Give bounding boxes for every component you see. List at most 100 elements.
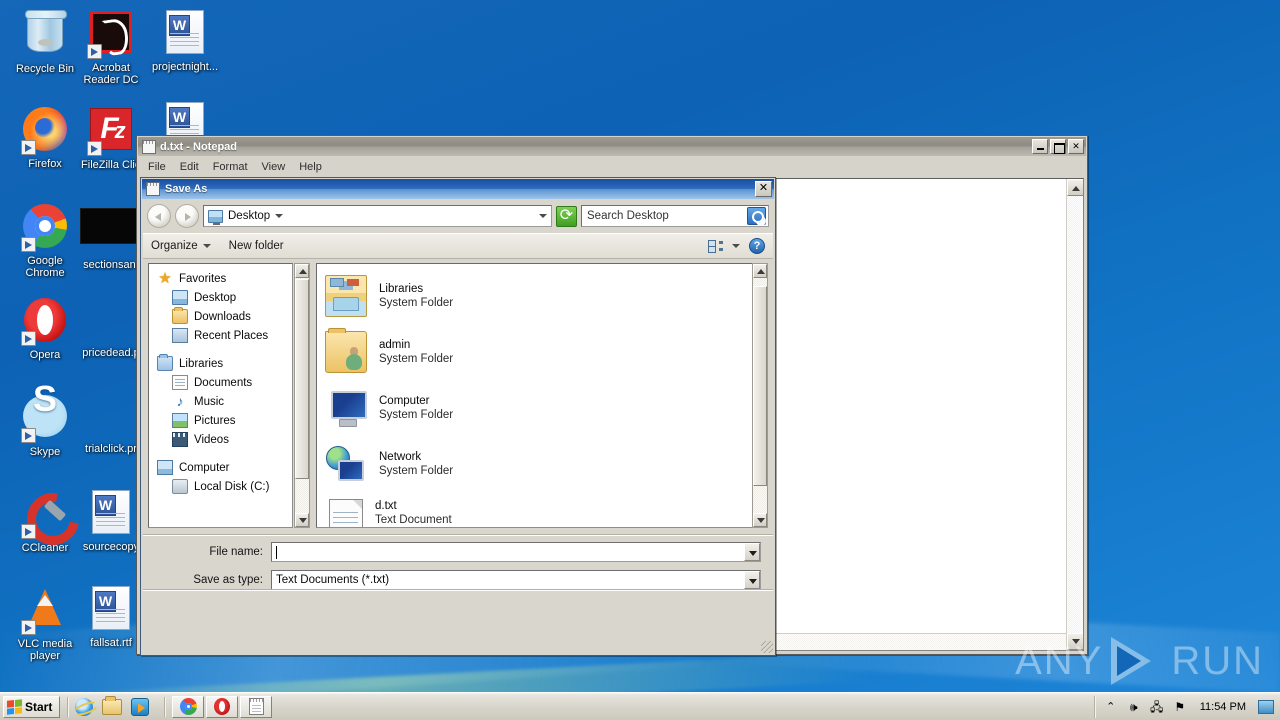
network-icon: [325, 443, 367, 485]
desktop-icon-firefox[interactable]: Firefox: [8, 105, 82, 170]
list-item[interactable]: Libraries System Folder: [325, 268, 767, 324]
file-name-input[interactable]: [271, 542, 761, 562]
scrollbar-thumb[interactable]: [295, 279, 309, 479]
minimize-button[interactable]: [1032, 139, 1048, 154]
menu-item-edit[interactable]: Edit: [174, 160, 205, 174]
speaker-icon[interactable]: 🕪: [1126, 699, 1142, 715]
scroll-up-arrow-icon[interactable]: [1067, 179, 1083, 196]
desktop-icon-recycle-bin[interactable]: Recycle Bin: [8, 8, 82, 75]
desktop-icon-acrobat-reader[interactable]: Acrobat Reader DC: [74, 8, 148, 86]
list-item[interactable]: d.txt Text Document 0 bytes: [325, 492, 767, 527]
notepad-vertical-scrollbar[interactable]: [1066, 179, 1083, 650]
file-name-dropdown-icon[interactable]: [744, 543, 760, 561]
maximize-button[interactable]: [1050, 139, 1066, 154]
taskbar-task-opera[interactable]: [206, 695, 239, 718]
close-button[interactable]: ✕: [1068, 139, 1084, 154]
list-item[interactable]: Network System Folder: [325, 436, 767, 492]
nav-item-recent-places[interactable]: Recent Places: [155, 326, 292, 345]
notepad-icon: [146, 182, 160, 196]
list-item[interactable]: admin System Folder: [325, 324, 767, 380]
new-folder-label: New folder: [228, 240, 284, 252]
network-warning-icon[interactable]: 🖧: [1149, 699, 1165, 715]
file-name: Network: [379, 451, 422, 463]
nav-item-music[interactable]: ♪ Music: [155, 392, 292, 411]
menu-item-help[interactable]: Help: [293, 160, 328, 174]
recent-places-icon: [172, 328, 188, 343]
windows-media-player-icon: [131, 697, 150, 716]
chevron-down-icon[interactable]: [275, 214, 284, 218]
nav-item-label: Desktop: [194, 291, 237, 304]
chevron-down-icon[interactable]: [732, 244, 740, 248]
search-placeholder: Search Desktop: [587, 210, 669, 222]
internet-explorer-icon: [75, 697, 94, 716]
menu-item-file[interactable]: File: [142, 160, 172, 174]
desktop-icon-projectnight[interactable]: projectnight...: [148, 8, 222, 73]
scroll-down-arrow-icon[interactable]: [753, 513, 767, 527]
flag-icon[interactable]: ⚑: [1172, 699, 1188, 715]
save-as-type-select[interactable]: Text Documents (*.txt): [271, 570, 761, 590]
file-list-scrollbar[interactable]: [752, 263, 768, 528]
windows-logo-icon: [7, 698, 22, 715]
nav-item-local-disk[interactable]: Local Disk (C:): [155, 477, 292, 496]
search-icon[interactable]: [747, 207, 766, 225]
help-icon[interactable]: ?: [749, 238, 765, 254]
start-label: Start: [25, 699, 53, 714]
resize-grip[interactable]: [761, 641, 773, 653]
start-button[interactable]: Start: [3, 695, 61, 718]
system-tray: ⌃ 🕪 🖧 ⚑ 11:54 PM: [1093, 695, 1280, 718]
view-layout-icon[interactable]: [708, 239, 723, 253]
organize-button[interactable]: Organize: [151, 240, 211, 252]
taskbar-task-chrome[interactable]: [172, 695, 205, 718]
quick-launch-internet-explorer[interactable]: [73, 696, 95, 718]
quick-launch-media-player[interactable]: [129, 696, 151, 718]
navigation-bar: Desktop Search Desktop: [143, 201, 773, 231]
notepad-title-bar[interactable]: d.txt - Notepad ✕: [138, 137, 1086, 156]
clock[interactable]: 11:54 PM: [1195, 701, 1251, 713]
nav-item-favorites[interactable]: ★ Favorites: [155, 269, 292, 288]
refresh-icon[interactable]: [556, 205, 577, 227]
address-dropdown-icon[interactable]: [539, 214, 547, 218]
file-type: System Folder: [379, 353, 454, 365]
save-as-type-value: Text Documents (*.txt): [276, 574, 390, 586]
menu-item-format[interactable]: Format: [207, 160, 254, 174]
list-item[interactable]: Computer System Folder: [325, 380, 767, 436]
search-input[interactable]: Search Desktop: [581, 205, 769, 227]
address-bar[interactable]: Desktop: [203, 205, 552, 227]
scroll-up-arrow-icon[interactable]: [295, 264, 309, 278]
shortcut-arrow-icon: [21, 237, 36, 252]
recycle-bin-icon: [21, 10, 69, 60]
black-image-icon: [80, 208, 142, 256]
navigation-pane-scrollbar[interactable]: [294, 263, 310, 528]
nav-item-videos[interactable]: Videos: [155, 430, 292, 449]
scrollbar-thumb[interactable]: [753, 286, 767, 486]
file-list-pane[interactable]: Libraries System Folder admin System Fol…: [316, 263, 768, 528]
save-as-title-bar[interactable]: Save As ✕: [142, 179, 774, 199]
new-folder-button[interactable]: New folder: [229, 240, 284, 252]
save-as-dialog[interactable]: Save As ✕ Desktop Search Desktop Organiz…: [140, 177, 776, 720]
nav-item-label: Videos: [194, 433, 229, 446]
nav-item-pictures[interactable]: Pictures: [155, 411, 292, 430]
nav-item-libraries[interactable]: Libraries: [155, 354, 292, 373]
show-desktop-button[interactable]: [1258, 699, 1274, 714]
shortcut-arrow-icon: [21, 140, 36, 155]
save-as-type-row: Save as type: Text Documents (*.txt): [143, 570, 773, 590]
back-arrow-icon[interactable]: [147, 204, 171, 228]
scroll-up-arrow-icon[interactable]: [753, 264, 767, 278]
nav-item-downloads[interactable]: Downloads: [155, 307, 292, 326]
quick-launch-windows-explorer[interactable]: [101, 695, 123, 718]
navigation-pane[interactable]: ★ Favorites Desktop Downloads Recent Pla…: [148, 263, 293, 528]
scroll-down-arrow-icon[interactable]: [1067, 633, 1083, 650]
chevron-up-icon[interactable]: ⌃: [1103, 699, 1119, 715]
file-name: Libraries: [379, 283, 424, 295]
save-as-type-dropdown-icon[interactable]: [744, 571, 760, 589]
nav-item-documents[interactable]: Documents: [155, 373, 292, 392]
nav-item-label: Computer: [179, 461, 230, 474]
menu-item-view[interactable]: View: [256, 160, 292, 174]
close-icon[interactable]: ✕: [755, 181, 772, 197]
scroll-down-arrow-icon[interactable]: [295, 513, 309, 527]
nav-item-desktop[interactable]: Desktop: [155, 288, 292, 307]
nav-item-computer[interactable]: Computer: [155, 458, 292, 477]
windows-explorer-icon: [102, 695, 123, 715]
taskbar-task-notepad[interactable]: [240, 695, 273, 718]
forward-arrow-icon[interactable]: [175, 204, 199, 228]
